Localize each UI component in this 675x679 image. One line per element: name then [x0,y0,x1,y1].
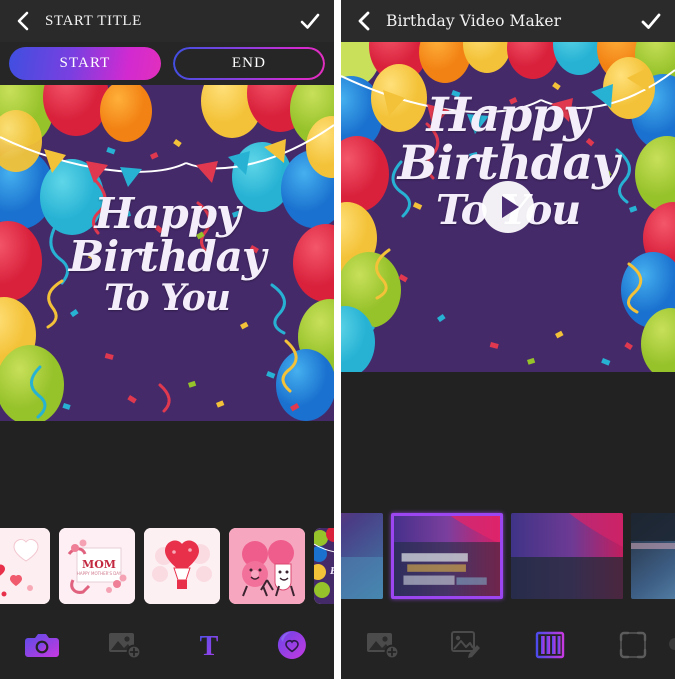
svg-text:Birthday: Birthday [329,567,334,577]
end-segment-label: END [231,55,267,71]
play-triangle [502,196,519,218]
video-frame-strip[interactable] [341,502,675,610]
check-icon[interactable] [299,10,321,32]
end-segment-button[interactable]: END [173,47,325,80]
crop-frame-icon[interactable] [592,610,675,679]
right-empty-area [341,372,675,494]
check-icon[interactable] [640,10,662,32]
left-preview-canvas[interactable]: Happy Birthday To You [0,85,334,421]
left-screen: START TITLE START END Happy Birthday To … [0,0,334,679]
svg-text:T: T [199,631,218,660]
list-item[interactable] [0,528,50,604]
list-item[interactable]: MOM HAPPY MOTHER'S DAY [59,528,135,604]
balloons-confetti-decoration [0,85,334,421]
list-item[interactable] [229,528,305,604]
video-frame[interactable] [341,513,383,599]
image-add-icon[interactable] [84,610,168,679]
right-screen: Birthday Video Maker Happy Birthday To Y… [341,0,675,679]
left-header: START TITLE [0,0,334,42]
dual-screenshot-container: START TITLE START END Happy Birthday To … [0,0,675,679]
list-item[interactable] [144,528,220,604]
right-bottom-toolbar [341,610,675,679]
list-item[interactable]: Happy Birthday To You [314,528,334,604]
svg-text:HAPPY MOTHER'S DAY: HAPPY MOTHER'S DAY [77,571,122,576]
start-segment-button[interactable]: START [9,47,161,80]
camera-icon[interactable] [0,610,84,679]
start-end-segment-control: START END [0,42,334,85]
start-segment-label: START [59,55,111,71]
page-title: START TITLE [45,12,142,29]
play-icon[interactable] [482,181,534,233]
right-preview-canvas[interactable]: Happy Birthday To You [341,42,675,372]
left-empty-area [0,421,334,510]
screen-divider [334,0,341,679]
video-frame[interactable] [631,513,675,599]
chevron-left-icon[interactable] [13,10,33,32]
image-edit-icon[interactable] [425,610,509,679]
filmstrip-icon[interactable] [508,610,592,679]
text-icon[interactable]: T [167,610,251,679]
chevron-left-icon[interactable] [354,10,374,32]
video-frame[interactable] [391,513,503,599]
image-add-icon[interactable] [341,610,425,679]
template-thumbnail-strip[interactable]: MOM HAPPY MOTHER'S DAY [0,522,334,610]
svg-text:MOM: MOM [82,558,116,571]
left-bottom-toolbar: T [0,610,334,679]
video-frame[interactable] [511,513,623,599]
sticker-icon[interactable] [251,610,335,679]
more-icon[interactable] [669,638,675,650]
page-title: Birthday Video Maker [386,12,562,30]
right-header: Birthday Video Maker [341,0,675,42]
